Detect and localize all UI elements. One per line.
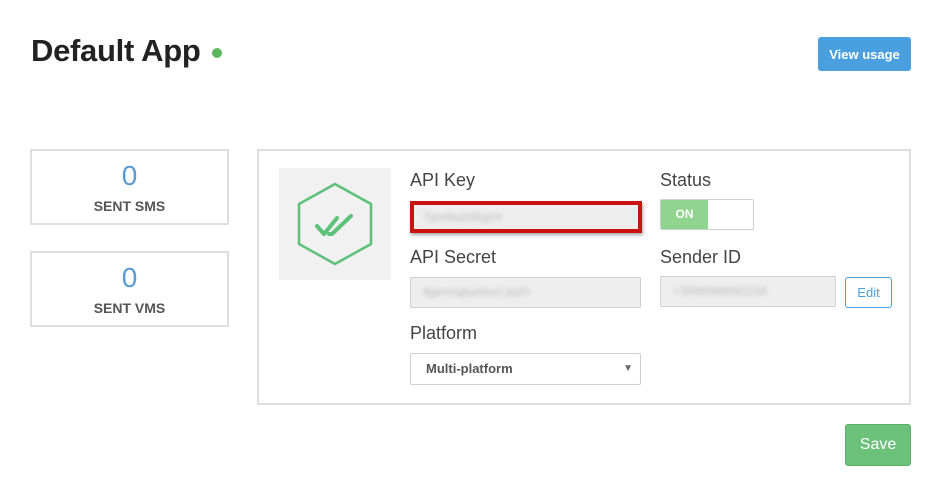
platform-selected-value: Multi-platform — [426, 361, 513, 376]
caret-down-icon: ▼ — [623, 363, 633, 374]
active-status-dot — [211, 47, 222, 58]
app-logo — [279, 168, 391, 280]
api-key-field[interactable]: 7pm9a2rt5qzH — [410, 202, 641, 233]
platform-select[interactable]: Multi-platform ▼ — [410, 353, 641, 385]
sent-sms-card: 0 SENT SMS — [30, 149, 229, 225]
sent-sms-label: SENT SMS — [93, 198, 166, 214]
sent-vms-label: SENT VMS — [93, 300, 166, 316]
status-label: Status — [660, 170, 712, 190]
api-secret-field[interactable]: 8gmmqbw0ncCaxPr — [410, 277, 641, 308]
save-button[interactable]: Save — [845, 424, 911, 466]
sender-id-field[interactable]: +3996969692234 — [660, 276, 836, 307]
app-title-text: Default App — [31, 33, 201, 68]
sender-id-label: Sender ID — [660, 247, 742, 267]
app-details-panel: API Key 7pm9a2rt5qzH API Secret 8gmmqbw0… — [257, 149, 911, 405]
api-key-label: API Key — [410, 170, 476, 190]
sent-vms-card: 0 SENT VMS — [30, 251, 229, 327]
view-usage-button[interactable]: View usage — [818, 37, 911, 71]
status-toggle[interactable]: ON — [660, 199, 754, 230]
sent-sms-count: 0 — [121, 160, 138, 191]
api-key-value: 7pm9a2rt5qzH — [423, 210, 502, 224]
api-secret-value: 8gmmqbw0ncCaxPr — [423, 285, 532, 299]
status-toggle-on: ON — [661, 200, 708, 229]
page-title: Default App — [31, 33, 222, 69]
app-settings-page: Default App View usage 0 SENT SMS 0 SENT… — [0, 0, 946, 488]
sent-vms-count: 0 — [121, 262, 138, 293]
edit-sender-id-button[interactable]: Edit — [845, 277, 892, 308]
sender-id-value: +3996969692234 — [673, 284, 767, 298]
platform-label: Platform — [410, 323, 478, 343]
hexagon-double-check-icon — [297, 182, 373, 266]
api-secret-label: API Secret — [410, 247, 497, 267]
